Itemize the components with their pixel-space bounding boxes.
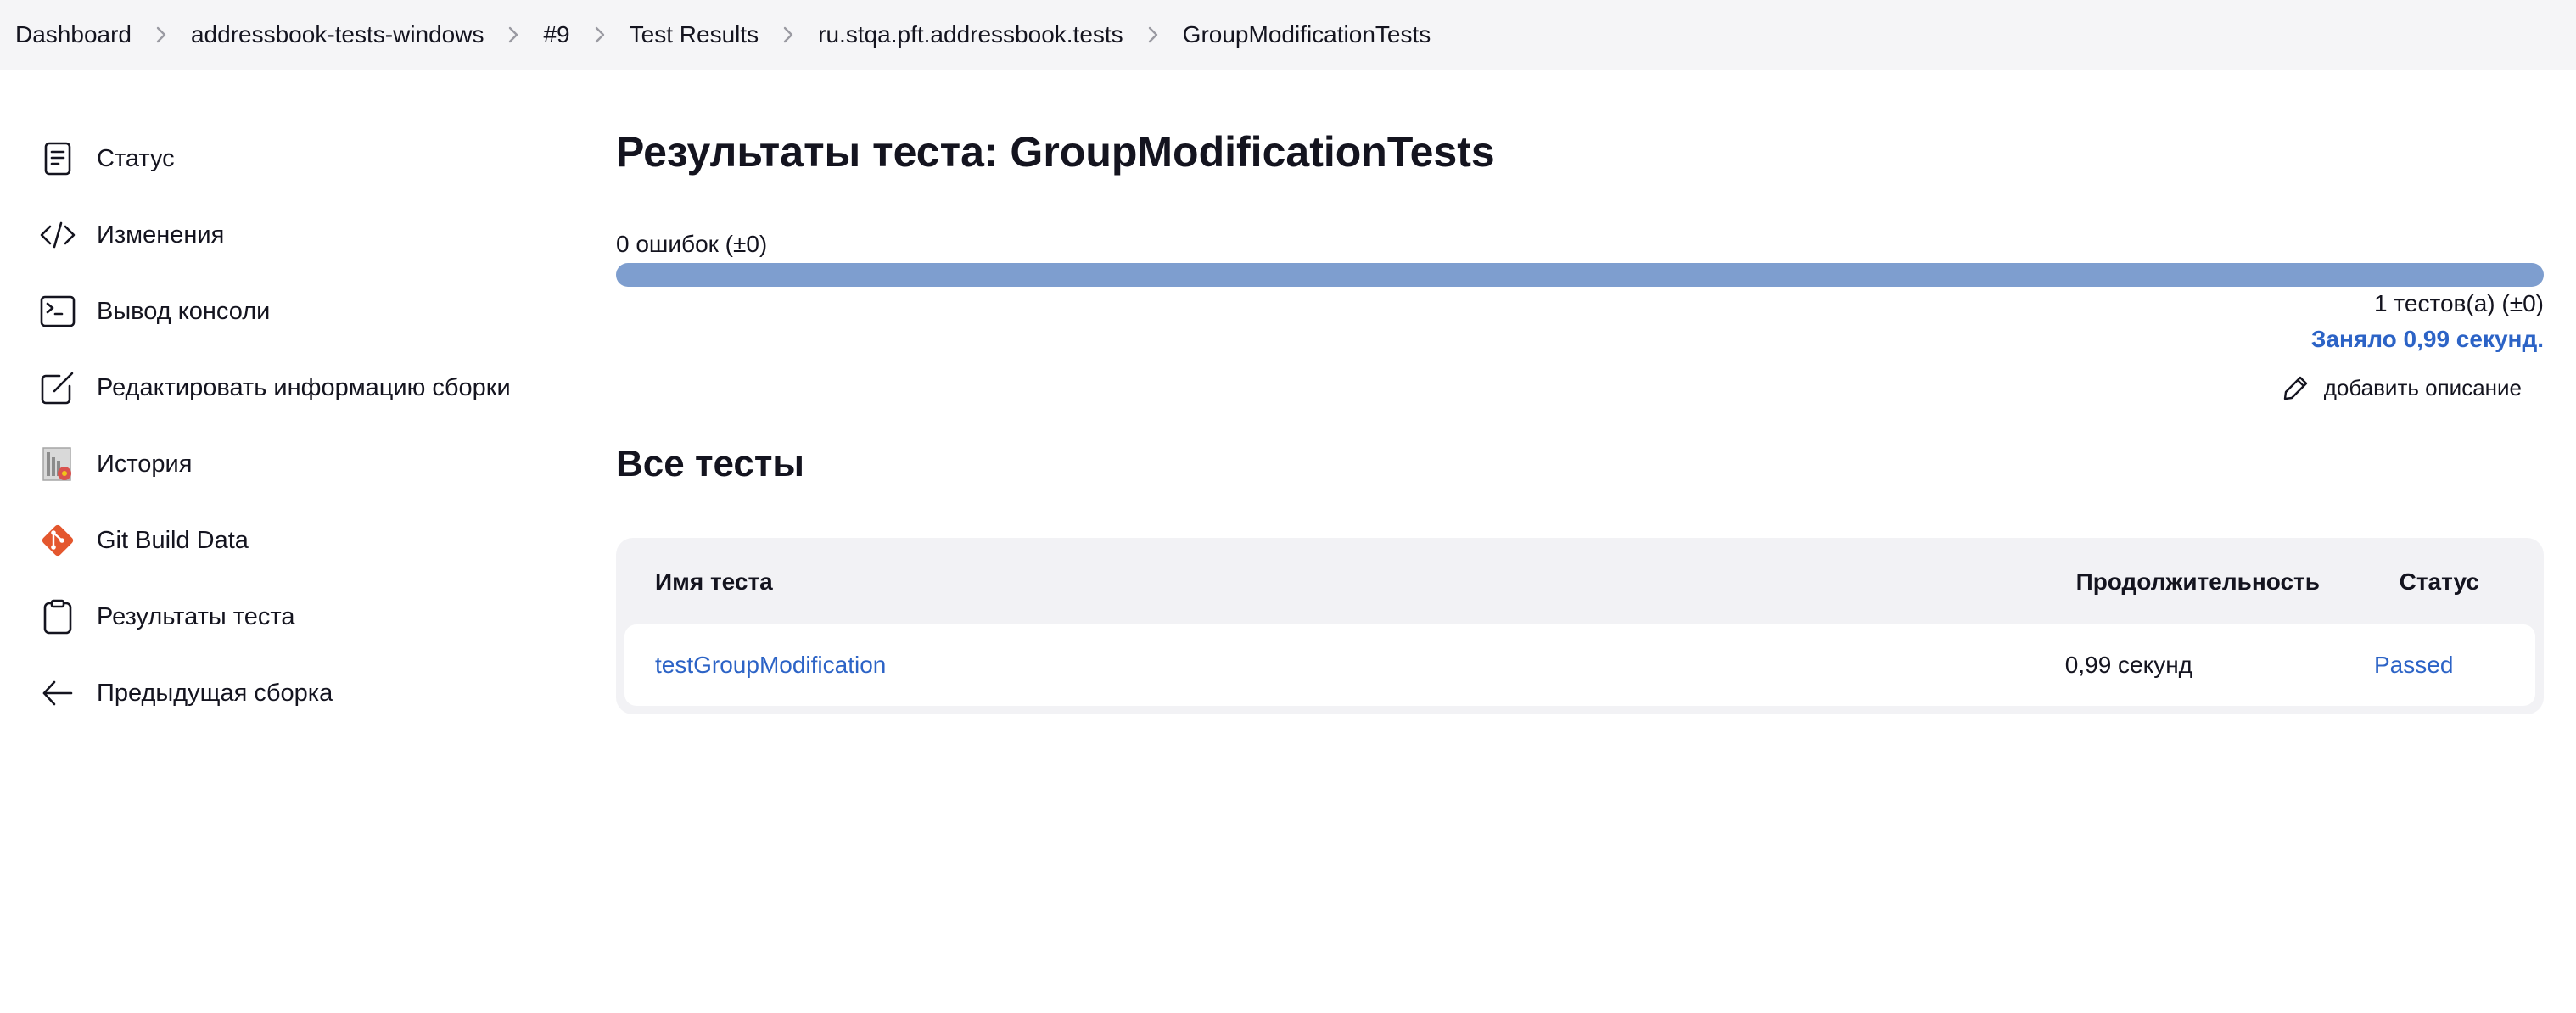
breadcrumb-item-job[interactable]: addressbook-tests-windows: [191, 21, 484, 48]
chevron-right-icon: [1123, 25, 1183, 44]
sidebar-item-changes[interactable]: Изменения: [37, 197, 563, 273]
sidebar-item-git-build-data[interactable]: Git Build Data: [37, 502, 563, 579]
test-progress-bar: [616, 263, 2544, 287]
document-icon: [37, 138, 78, 179]
sidebar: Статус Изменения Вывод консоли Редактиро…: [37, 120, 563, 731]
edit-icon: [37, 367, 78, 408]
tests-table: Имя теста Продолжительность Статус testG…: [616, 538, 2544, 714]
git-icon: [37, 520, 78, 561]
failure-summary: 0 ошибок (±0): [616, 231, 768, 257]
sidebar-item-status[interactable]: Статус: [37, 120, 563, 197]
sidebar-item-console[interactable]: Вывод консоли: [37, 273, 563, 350]
terminal-icon: [37, 291, 78, 332]
breadcrumb-item-build[interactable]: #9: [543, 21, 569, 48]
sidebar-item-previous-build[interactable]: Предыдущая сборка: [37, 655, 563, 731]
sidebar-item-edit-build-info[interactable]: Редактировать информацию сборки: [37, 350, 563, 426]
sidebar-item-label: История: [97, 450, 193, 478]
arrow-left-icon: [37, 673, 78, 714]
code-icon: [37, 215, 78, 255]
chevron-right-icon: [484, 25, 543, 44]
sidebar-item-label: Git Build Data: [97, 526, 249, 554]
column-header-name[interactable]: Имя теста: [655, 568, 773, 596]
duration-note: Заняло 0,99 секунд.: [2310, 326, 2544, 352]
breadcrumb: Dashboard addressbook-tests-windows #9 T…: [0, 0, 2576, 70]
chevron-right-icon: [570, 25, 630, 44]
test-duration: 0,99 секунд: [2064, 652, 2192, 678]
breadcrumb-item-package[interactable]: ru.stqa.pft.addressbook.tests: [818, 21, 1123, 48]
test-status: Passed: [2374, 652, 2454, 678]
breadcrumb-item-dashboard[interactable]: Dashboard: [15, 21, 132, 48]
sidebar-item-test-results[interactable]: Результаты теста: [37, 579, 563, 655]
test-count: 1 тестов(а) (±0): [2374, 290, 2544, 316]
column-header-duration[interactable]: Продолжительность: [2076, 568, 2320, 596]
sidebar-item-label: Результаты теста: [97, 602, 295, 630]
sidebar-item-history[interactable]: История: [37, 426, 563, 502]
add-description-label: добавить описание: [2323, 374, 2522, 400]
sidebar-item-label: Статус: [97, 144, 175, 172]
chevron-right-icon: [759, 25, 818, 44]
sidebar-item-label: Предыдущая сборка: [97, 679, 333, 707]
test-name-link[interactable]: testGroupModification: [655, 652, 886, 679]
page-title: Результаты теста: GroupModificationTests: [616, 128, 1495, 176]
table-row: testGroupModification 0,99 секунд Passed: [624, 624, 2535, 706]
column-header-status[interactable]: Статус: [2400, 568, 2479, 596]
sidebar-item-label: Редактировать информацию сборки: [97, 373, 511, 401]
breadcrumb-item-test-results[interactable]: Test Results: [630, 21, 759, 48]
sidebar-item-label: Вывод консоли: [97, 297, 271, 325]
section-title-all-tests: Все тесты: [616, 443, 804, 484]
history-icon: [37, 444, 78, 484]
chevron-right-icon: [132, 25, 191, 44]
breadcrumb-item-class[interactable]: GroupModificationTests: [1183, 21, 1431, 48]
pencil-icon: [2283, 376, 2307, 400]
add-description-button[interactable]: добавить описание: [2282, 373, 2522, 402]
sidebar-item-label: Изменения: [97, 221, 225, 249]
clipboard-icon: [37, 596, 78, 637]
